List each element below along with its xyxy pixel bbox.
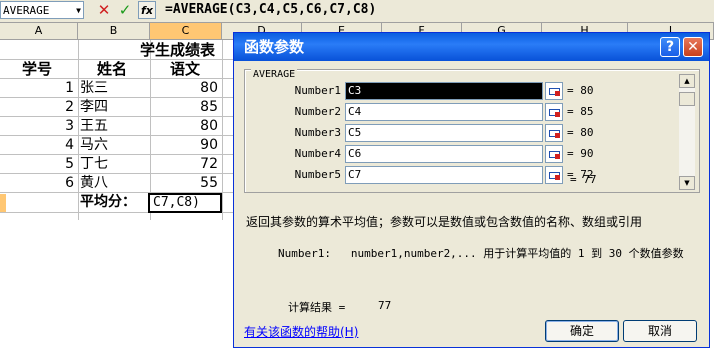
argument-value: = 80 xyxy=(567,126,594,139)
function-description: 返回其参数的算术平均值；参数可以是数值或包含数值的名称、数组或引用 xyxy=(246,215,643,229)
cell-student-name[interactable]: 黄八 xyxy=(80,174,108,193)
argument-label: Number3 xyxy=(294,126,341,139)
scrollbar-thumb[interactable] xyxy=(679,92,695,106)
argument-label: Number4 xyxy=(294,147,341,160)
close-icon[interactable]: ✕ xyxy=(683,37,703,57)
argument-input-number4[interactable]: C6 xyxy=(345,145,543,163)
dialog-titlebar[interactable]: 函数参数 ? ✕ xyxy=(234,33,709,61)
argument-row-number3: Number3 C5 = 80 xyxy=(245,124,685,142)
collapse-dialog-icon[interactable] xyxy=(545,103,563,121)
cell-score[interactable]: 80 xyxy=(190,117,218,136)
collapse-dialog-icon[interactable] xyxy=(545,145,563,163)
selected-row-marker xyxy=(0,194,6,212)
argument-input-number1[interactable]: C3 xyxy=(345,82,543,100)
cell-student-name[interactable]: 丁七 xyxy=(80,155,108,174)
cell-score[interactable]: 80 xyxy=(190,79,218,98)
function-arguments-dialog: 函数参数 ? ✕ AVERAGE Number1 C3 = 80 Number2… xyxy=(233,32,710,348)
name-box[interactable]: AVERAGE ▼ xyxy=(0,1,84,19)
collapse-dialog-icon[interactable] xyxy=(545,166,563,184)
cell-student-name[interactable]: 李四 xyxy=(80,98,108,117)
formula-result: = 77 xyxy=(570,173,597,186)
cell-student-id[interactable]: 6 xyxy=(56,174,74,193)
active-cell[interactable]: C7,C8) xyxy=(148,193,222,213)
argument-label: Number1 xyxy=(294,84,341,97)
cancel-formula-icon[interactable]: ✕ xyxy=(95,1,113,19)
argument-input-number3[interactable]: C5 xyxy=(345,124,543,142)
ok-button[interactable]: 确定 xyxy=(545,320,619,342)
grid-line xyxy=(78,40,79,220)
formula-bar: AVERAGE ▼ ✕ ✓ fx =AVERAGE(C3,C4,C5,C6,C7… xyxy=(0,0,714,23)
argument-row-number2: Number2 C4 = 85 xyxy=(245,103,685,121)
grid-line xyxy=(222,40,223,220)
column-header-c[interactable]: C xyxy=(150,23,222,40)
argument-row-number1: Number1 C3 = 80 xyxy=(245,82,685,100)
scroll-down-icon[interactable]: ▼ xyxy=(679,176,695,190)
column-header-b[interactable]: B xyxy=(78,23,150,40)
cell-student-id[interactable]: 5 xyxy=(56,155,74,174)
formula-input[interactable]: =AVERAGE(C3,C4,C5,C6,C7,C8) xyxy=(165,1,376,19)
cell-student-name[interactable]: 王五 xyxy=(80,117,108,136)
argument-row-number5: Number5 C7 = 72 xyxy=(245,166,685,184)
name-box-value: AVERAGE xyxy=(3,4,50,17)
header-student-id: 学号 xyxy=(22,60,53,78)
function-name-label: AVERAGE xyxy=(251,69,298,80)
chevron-down-icon[interactable]: ▼ xyxy=(76,2,81,20)
help-icon[interactable]: ? xyxy=(660,37,680,57)
cell-student-id[interactable]: 1 xyxy=(56,79,74,98)
cell-student-id[interactable]: 4 xyxy=(56,136,74,155)
header-name: 姓名 xyxy=(97,60,128,78)
cell-score[interactable]: 85 xyxy=(190,98,218,117)
cell-student-id[interactable]: 3 xyxy=(56,117,74,136)
column-header-a[interactable]: A xyxy=(0,23,78,40)
cell-score[interactable]: 55 xyxy=(190,174,218,193)
dialog-title: 函数参数 xyxy=(244,38,305,56)
collapse-dialog-icon[interactable] xyxy=(545,82,563,100)
argument-input-number5[interactable]: C7 xyxy=(345,166,543,184)
cell-score[interactable]: 72 xyxy=(190,155,218,174)
function-help-link[interactable]: 有关该函数的帮助(H) xyxy=(244,323,358,340)
argument-row-number4: Number4 C6 = 90 xyxy=(245,145,685,163)
arguments-group: AVERAGE Number1 C3 = 80 Number2 C4 = 85 … xyxy=(244,69,700,193)
collapse-dialog-icon[interactable] xyxy=(545,124,563,142)
calc-result-value: 77 xyxy=(378,299,392,312)
cancel-button[interactable]: 取消 xyxy=(623,320,697,342)
cell-student-name[interactable]: 张三 xyxy=(80,79,108,98)
argument-label: Number2 xyxy=(294,105,341,118)
argument-label: Number5 xyxy=(294,168,341,181)
argument-value: = 80 xyxy=(567,84,594,97)
cell-student-name[interactable]: 马六 xyxy=(80,136,108,155)
argument-description: Number1: number1,number2,... 用于计算平均值的 1 … xyxy=(278,247,684,260)
sheet-title: 学生成绩表 xyxy=(140,41,216,59)
average-label: 平均分： xyxy=(80,194,136,210)
calc-result-label: 计算结果 = xyxy=(288,301,346,314)
argument-value: = 85 xyxy=(567,105,594,118)
argument-input-number2[interactable]: C4 xyxy=(345,103,543,121)
enter-formula-icon[interactable]: ✓ xyxy=(116,1,134,19)
argument-value: = 90 xyxy=(567,147,594,160)
cell-score[interactable]: 90 xyxy=(190,136,218,155)
insert-function-icon[interactable]: fx xyxy=(138,1,156,19)
cell-student-id[interactable]: 2 xyxy=(56,98,74,117)
arguments-scrollbar[interactable]: ▲ ▼ xyxy=(679,74,695,190)
header-chinese: 语文 xyxy=(170,60,201,78)
scroll-up-icon[interactable]: ▲ xyxy=(679,74,695,88)
